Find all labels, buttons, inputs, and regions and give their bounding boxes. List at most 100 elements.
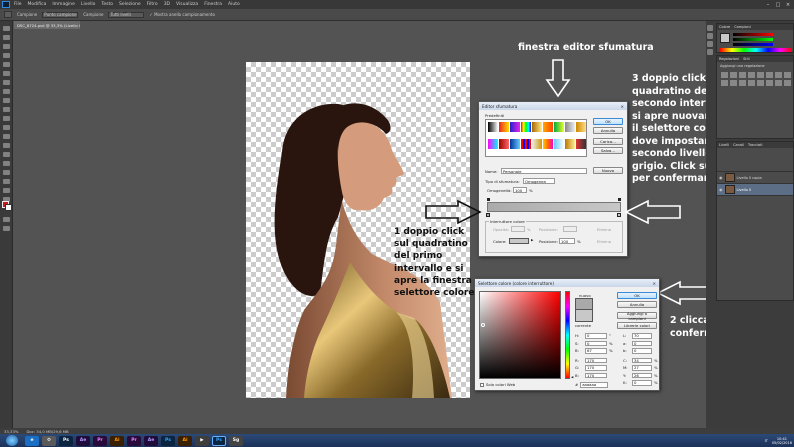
preset-swatch[interactable] (499, 138, 509, 149)
taskbar-app-icon[interactable]: ▶ (195, 435, 209, 446)
taskbar-app-icon[interactable]: Pr (127, 435, 141, 446)
type-select[interactable]: Omogenea (523, 178, 555, 184)
layer-row-selected[interactable]: ◉ Livello 0 (717, 184, 793, 196)
field-input[interactable]: 0 (632, 380, 652, 386)
language-indicator[interactable]: IT (765, 439, 768, 443)
field-input[interactable]: 0 (585, 333, 607, 339)
hue-saturation-icon[interactable] (766, 72, 773, 78)
preset-swatch[interactable] (543, 122, 553, 132)
photo-filter-icon[interactable] (721, 80, 728, 86)
cancel-button[interactable]: Annulla (593, 127, 623, 134)
menu-item[interactable]: File (14, 2, 22, 7)
taskbar-app-icon[interactable]: Sg (229, 435, 243, 446)
tab-paths[interactable]: Tracciati (748, 143, 763, 147)
healing-tool-icon[interactable] (3, 80, 10, 85)
gradient-tool-icon[interactable] (3, 125, 10, 130)
start-button-icon[interactable] (6, 435, 18, 446)
taskbar-app-icon[interactable]: Ps (212, 435, 226, 446)
menu-item[interactable]: Aiuto (228, 2, 240, 7)
field-input[interactable]: 0 (632, 340, 652, 346)
close-icon[interactable]: × (652, 281, 656, 286)
field-input[interactable]: 170 (585, 357, 607, 363)
load-button[interactable]: Carica... (593, 138, 623, 145)
preset-swatch[interactable] (499, 122, 509, 132)
taskbar-app-icon[interactable]: Ae (144, 435, 158, 446)
quick-select-tool-icon[interactable] (3, 53, 10, 58)
preset-swatch[interactable] (510, 122, 520, 132)
name-field[interactable]: Personale (501, 168, 587, 174)
maximize-button[interactable]: □ (774, 2, 782, 8)
preset-swatch[interactable] (532, 122, 542, 132)
taskbar-app-icon[interactable]: Ps (161, 435, 175, 446)
history-brush-tool-icon[interactable] (3, 107, 10, 112)
menu-item[interactable]: Immagine (52, 2, 75, 7)
opacity-delete-button[interactable]: Elimina (597, 227, 611, 232)
field-input[interactable]: 26 (632, 372, 652, 378)
preset-swatch[interactable] (576, 138, 586, 149)
ok-button[interactable]: OK (617, 292, 657, 299)
color-field[interactable] (479, 291, 561, 379)
tab-channels[interactable]: Canali (733, 143, 744, 147)
close-icon[interactable]: × (620, 104, 624, 109)
preset-swatch[interactable] (576, 122, 586, 132)
taskbar-app-icon[interactable]: Ai (110, 435, 124, 446)
preset-swatch[interactable] (488, 122, 498, 132)
menu-item[interactable]: Finestra (204, 2, 222, 7)
preset-swatch[interactable] (521, 122, 531, 132)
document-tab[interactable]: DSC_8724.psd @ 33,3% (Livello 0, RGB/8*)… (14, 21, 80, 29)
menu-item[interactable]: Selezione (119, 2, 141, 7)
tab-swatches[interactable]: Campioni (734, 25, 751, 29)
gradient-bar[interactable] (487, 202, 621, 212)
pen-tool-icon[interactable] (3, 152, 10, 157)
color-delete-button[interactable]: Elimina (597, 239, 611, 244)
menu-item[interactable]: Modifica (28, 2, 47, 7)
lasso-tool-icon[interactable] (3, 44, 10, 49)
dodge-tool-icon[interactable] (3, 143, 10, 148)
preset-swatch[interactable] (510, 138, 520, 149)
ok-button[interactable]: OK (593, 118, 623, 125)
field-input[interactable]: 27 (632, 365, 652, 371)
black-white-icon[interactable] (784, 72, 791, 78)
taskbar-app-icon[interactable]: Ai (178, 435, 192, 446)
field-input[interactable]: 67 (585, 348, 607, 354)
current-color-swatch[interactable] (575, 310, 593, 322)
selective-color-icon[interactable] (784, 80, 791, 86)
brush-tool-icon[interactable] (3, 89, 10, 94)
location-field[interactable]: 100 (559, 238, 575, 244)
blur-tool-icon[interactable] (3, 134, 10, 139)
eraser-tool-icon[interactable] (3, 116, 10, 121)
field-input[interactable]: 70 (632, 333, 652, 339)
posterize-icon[interactable] (757, 80, 764, 86)
opacity-position-field[interactable] (563, 226, 577, 232)
clock[interactable]: 10:41 05/02/2016 (772, 437, 792, 445)
blue-slider[interactable] (733, 43, 773, 46)
field-input[interactable]: 0 (585, 340, 607, 346)
taskbar-app-icon[interactable]: Ae (76, 435, 90, 446)
swatch-arrow-icon[interactable]: ▶ (531, 238, 533, 242)
taskbar-app-icon[interactable]: ⚙ (42, 435, 56, 446)
menu-item[interactable]: Testo (101, 2, 113, 7)
tab-layers[interactable]: Livelli (719, 143, 729, 147)
path-select-tool-icon[interactable] (3, 170, 10, 175)
crop-tool-icon[interactable] (3, 62, 10, 67)
vibrance-icon[interactable] (757, 72, 764, 78)
stamp-tool-icon[interactable] (3, 98, 10, 103)
preset-swatch[interactable] (554, 138, 564, 149)
tab-color[interactable]: Colore (719, 25, 730, 29)
taskbar-app-icon[interactable]: Ps (59, 435, 73, 446)
eye-icon[interactable]: ◉ (719, 187, 723, 192)
screen-mode-icon[interactable] (3, 226, 10, 231)
levels-icon[interactable] (730, 72, 737, 78)
preset-swatch[interactable] (532, 138, 542, 149)
panel-fg-swatch[interactable] (720, 33, 730, 43)
red-slider[interactable] (733, 33, 773, 36)
type-tool-icon[interactable] (3, 161, 10, 166)
curves-icon[interactable] (739, 72, 746, 78)
eyedropper-tool-icon[interactable] (3, 71, 10, 76)
character-panel-icon[interactable] (707, 41, 713, 47)
background-color-swatch[interactable] (5, 204, 12, 211)
eye-icon[interactable]: ◉ (719, 175, 723, 180)
minimize-button[interactable]: – (764, 2, 772, 8)
save-button[interactable]: Salva... (593, 147, 623, 154)
cancel-button[interactable]: Annulla (617, 301, 657, 308)
